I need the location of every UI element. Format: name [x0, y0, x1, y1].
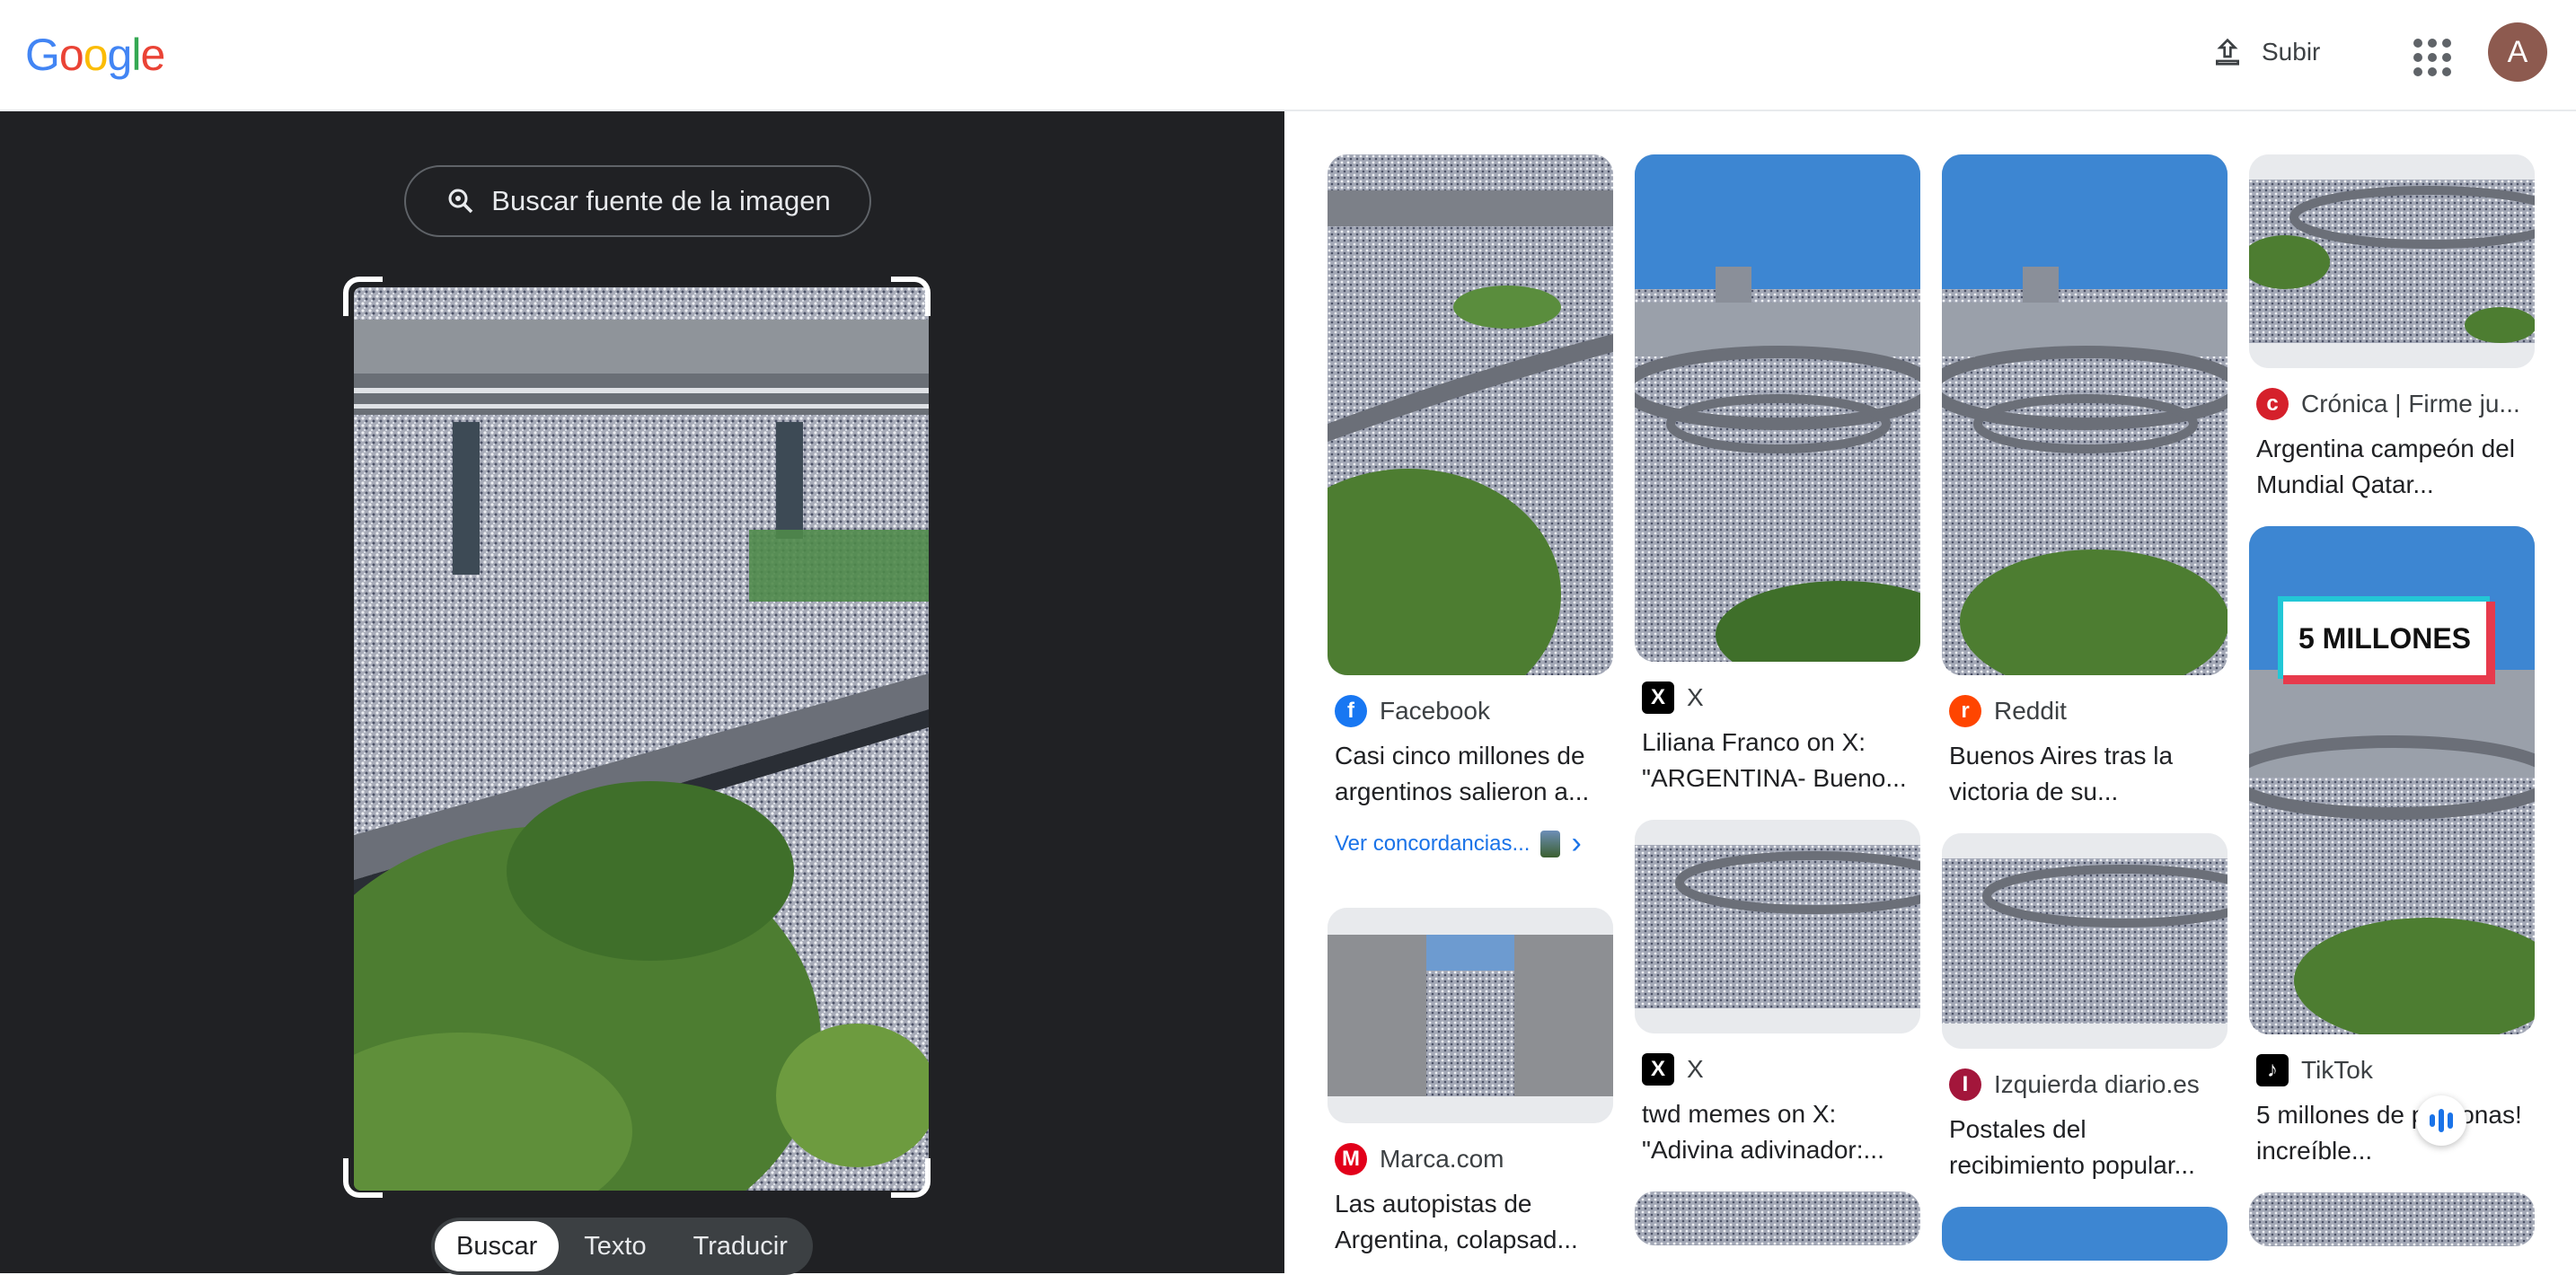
- result-thumbnail[interactable]: [2249, 154, 2535, 368]
- result-source[interactable]: XX: [1635, 1053, 1920, 1086]
- visual-matches-results: f Facebook Casi cinco millones de argentin…: [1284, 111, 2576, 1273]
- reddit-icon: r: [1949, 695, 1981, 727]
- result-thumbnail[interactable]: [1328, 154, 1613, 675]
- query-image: [354, 287, 929, 1191]
- result-thumbnail[interactable]: [1635, 154, 1920, 662]
- result-title[interactable]: Liliana Franco on X: "ARGENTINA- Bueno..…: [1635, 725, 1920, 796]
- results-column: r Reddit Buenos Aires tras la victoria de …: [1942, 154, 2228, 1273]
- result-source-name: Reddit: [1994, 697, 2067, 725]
- result-card[interactable]: [2249, 1192, 2535, 1246]
- find-image-source-button[interactable]: Buscar fuente de la imagen: [404, 165, 871, 237]
- result-card[interactable]: X X Liliana Franco on X: "ARGENTINA- Bueno…: [1635, 154, 1920, 796]
- results-column: c Crónica | Firme ju... Argentina campeón …: [2249, 154, 2535, 1270]
- result-source[interactable]: XX: [1635, 681, 1920, 714]
- audio-bars-icon: [2430, 1114, 2435, 1127]
- x-icon: X: [1642, 681, 1674, 714]
- result-source[interactable]: M Marca.com: [1328, 1143, 1613, 1175]
- facebook-icon: f: [1335, 695, 1367, 727]
- result-source-name: Izquierda diario.es: [1994, 1070, 2200, 1098]
- chevron-right-icon: ›: [1571, 826, 1582, 860]
- see-matches-link[interactable]: Ver concordancias... ›: [1328, 826, 1613, 861]
- top-bar: Google Subir A: [0, 0, 2576, 111]
- result-source-name: Facebook: [1380, 697, 1490, 725]
- tab-texto[interactable]: Texto: [562, 1221, 667, 1271]
- result-source[interactable]: ♪ TikTok: [2249, 1054, 2535, 1086]
- result-thumbnail[interactable]: [1328, 908, 1613, 1123]
- result-card[interactable]: [1635, 1191, 1920, 1245]
- result-source[interactable]: I Izquierda diario.es: [1942, 1068, 2228, 1101]
- logo-letter: G: [25, 30, 60, 80]
- cronica-icon: c: [2256, 388, 2289, 420]
- result-card[interactable]: 5 MILLONES ♪ TikTok 5 millones de personas!…: [2249, 526, 2535, 1169]
- crop-handle-top-right[interactable]: [891, 277, 931, 316]
- result-source-name: X: [1687, 1055, 1704, 1083]
- result-thumbnail[interactable]: 5 MILLONES: [2249, 526, 2535, 1034]
- marca-icon: M: [1335, 1143, 1367, 1175]
- result-thumbnail[interactable]: [1942, 154, 2228, 675]
- result-source[interactable]: c Crónica | Firme ju...: [2249, 388, 2535, 420]
- crop-handle-bottom-right[interactable]: [891, 1158, 931, 1198]
- logo-letter: l: [131, 30, 141, 80]
- result-card[interactable]: M Marca.com Las autopistas de Argentina, c…: [1328, 908, 1613, 1258]
- tab-buscar[interactable]: Buscar: [435, 1221, 560, 1271]
- upload-label: Subir: [2262, 38, 2321, 66]
- results-column: f Facebook Casi cinco millones de argentin…: [1328, 154, 1613, 1273]
- thumbnail-badge: 5 MILLONES: [2283, 602, 2495, 684]
- izquierda-diario-icon: I: [1949, 1068, 1981, 1101]
- result-source[interactable]: f Facebook: [1328, 695, 1613, 727]
- result-thumbnail[interactable]: [1635, 820, 1920, 1033]
- result-source[interactable]: r Reddit: [1942, 695, 2228, 727]
- x-icon: X: [1642, 1053, 1674, 1086]
- result-source-name: X: [1687, 683, 1704, 711]
- result-title[interactable]: Argentina campeón del Mundial Qatar...: [2249, 431, 2535, 503]
- result-title[interactable]: twd memes on X: "Adivina adivinador:...: [1635, 1096, 1920, 1168]
- result-title[interactable]: Buenos Aires tras la victoria de su...: [1942, 738, 2228, 810]
- google-logo[interactable]: Google: [25, 29, 165, 81]
- result-card[interactable]: c Crónica | Firme ju... Argentina campeón …: [2249, 154, 2535, 503]
- result-card[interactable]: I Izquierda diario.es Postales del recibim…: [1942, 833, 2228, 1183]
- result-title[interactable]: Las autopistas de Argentina, colapsad...: [1328, 1186, 1613, 1258]
- query-image-panel: Buscar fuente de la imagen Buscar Texto …: [0, 111, 1284, 1275]
- result-card[interactable]: [1942, 1207, 2228, 1261]
- google-apps-icon[interactable]: [2407, 32, 2454, 79]
- logo-letter: e: [140, 30, 165, 80]
- logo-letter: g: [107, 30, 133, 80]
- result-source-name: Crónica | Firme ju...: [2301, 390, 2520, 418]
- result-source-name: TikTok: [2301, 1056, 2373, 1084]
- find-image-source-label: Buscar fuente de la imagen: [491, 185, 831, 216]
- result-card[interactable]: r Reddit Buenos Aires tras la victoria de …: [1942, 154, 2228, 810]
- lens-search-icon: [448, 189, 473, 214]
- result-title[interactable]: Postales del recibimiento popular...: [1942, 1112, 2228, 1183]
- see-matches-label: Ver concordancias...: [1335, 831, 1531, 856]
- result-card[interactable]: X Xtwd memes on X: "Adivina adivinador:..…: [1635, 820, 1920, 1168]
- tiktok-icon: ♪: [2256, 1054, 2289, 1086]
- result-source-name: Marca.com: [1380, 1145, 1504, 1173]
- upload-icon: [2216, 38, 2239, 66]
- feedback-fab[interactable]: [2416, 1095, 2466, 1146]
- lens-mode-tabs: Buscar Texto Traducir: [431, 1218, 813, 1275]
- result-title[interactable]: Casi cinco millones de argentinos salier…: [1328, 738, 1613, 810]
- crop-handle-top-left[interactable]: [343, 277, 383, 316]
- result-card[interactable]: f Facebook Casi cinco millones de argentin…: [1328, 154, 1613, 861]
- crop-handle-bottom-left[interactable]: [343, 1158, 383, 1198]
- upload-button[interactable]: Subir: [2192, 25, 2338, 79]
- logo-letter: o: [58, 30, 84, 80]
- result-thumbnail[interactable]: [1635, 1191, 1920, 1245]
- account-avatar[interactable]: A: [2488, 22, 2547, 82]
- tab-traducir[interactable]: Traducir: [672, 1221, 809, 1271]
- logo-letter: o: [83, 30, 109, 80]
- match-thumbnail: [1540, 830, 1561, 857]
- result-thumbnail[interactable]: [2249, 1192, 2535, 1246]
- result-thumbnail[interactable]: [1942, 1207, 2228, 1261]
- results-column: X X Liliana Franco on X: "ARGENTINA- Bueno…: [1635, 154, 1920, 1269]
- result-thumbnail[interactable]: [1942, 833, 2228, 1049]
- result-title[interactable]: 5 millones de personas! increíble...: [2249, 1097, 2535, 1169]
